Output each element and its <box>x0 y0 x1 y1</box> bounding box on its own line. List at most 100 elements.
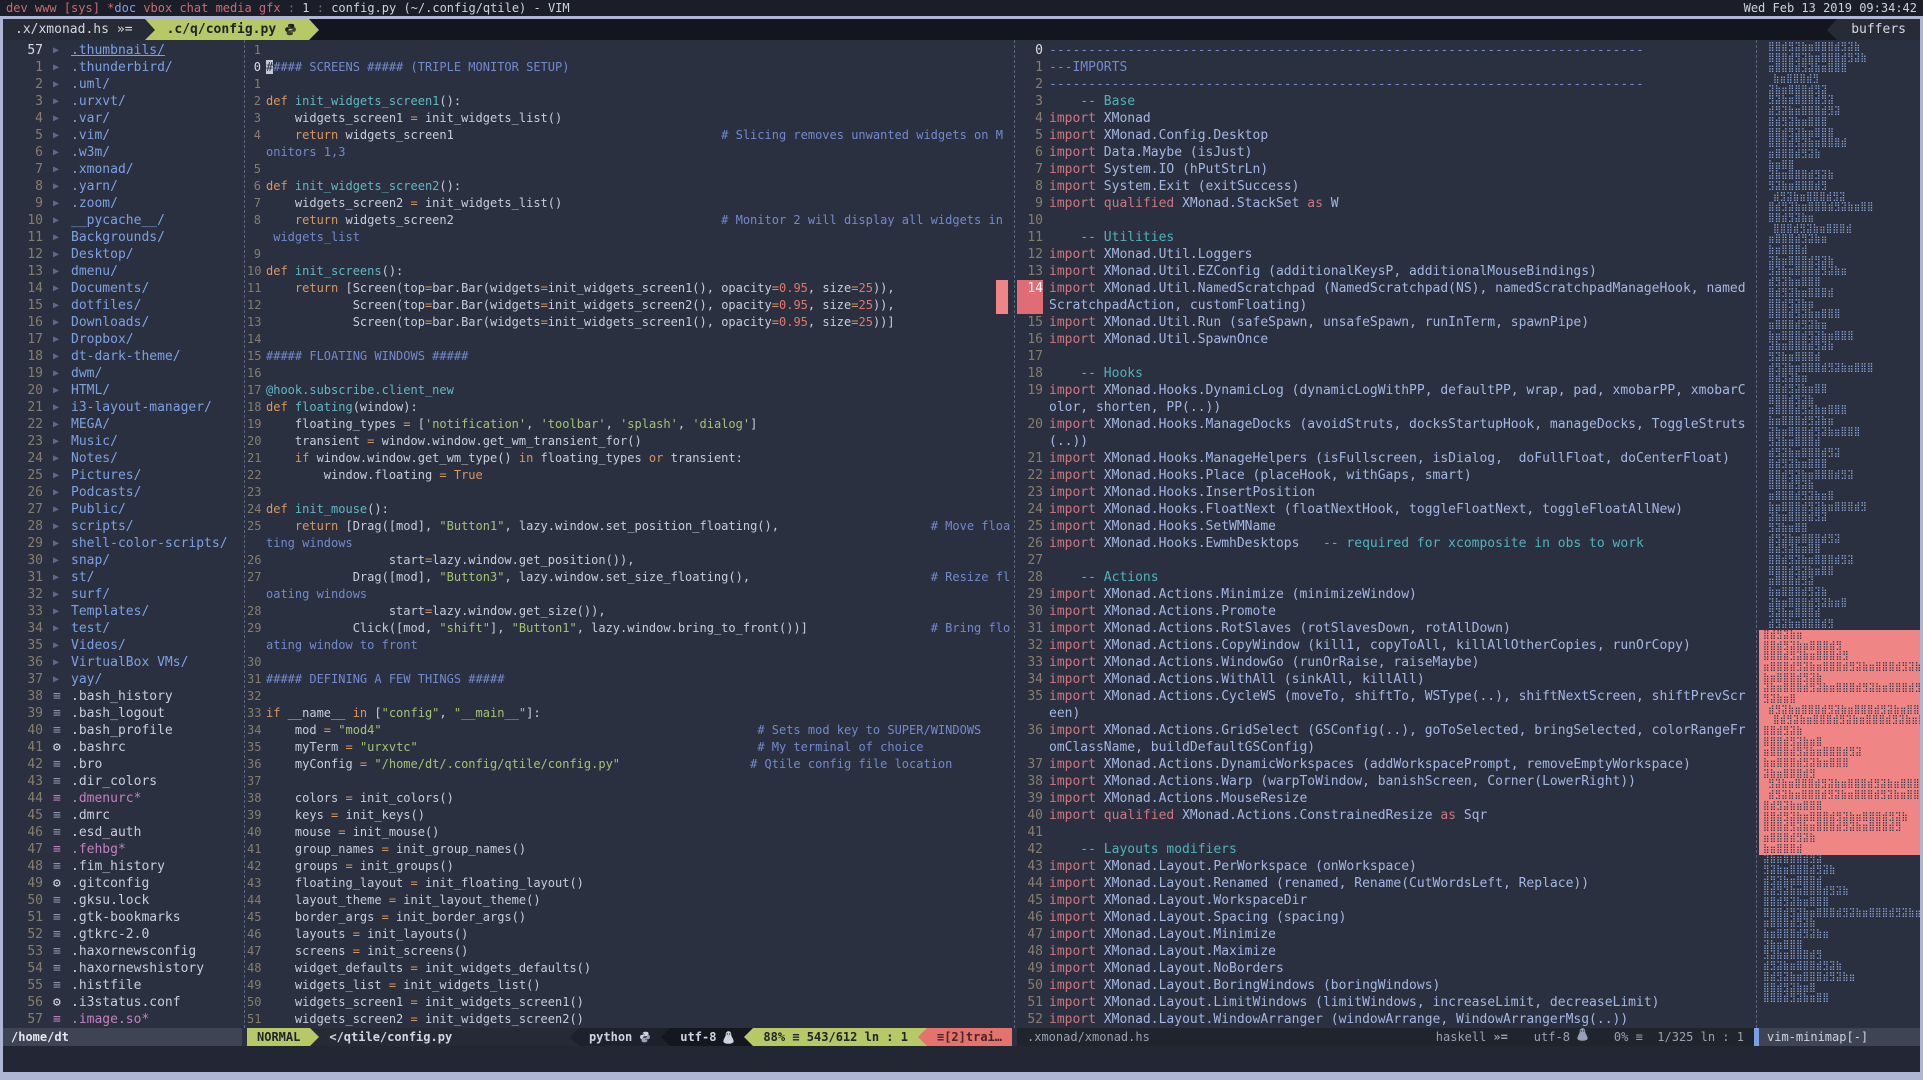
code-line[interactable]: 21 if window.window.get_wm_type() in flo… <box>247 450 1012 467</box>
code-line[interactable]: 4import XMonad <box>1017 110 1754 127</box>
minimap-line[interactable]: ⣽⣷⣶⣿⣿⣿ <box>1763 940 1920 951</box>
minimap-line[interactable]: ⣻⣽⣷⣶⣿⣿⣿⣾⣻⣽ <box>1763 95 1920 106</box>
tree-row[interactable]: 26▶Podcasts/ <box>3 484 242 501</box>
code-line[interactable]: 49import XMonad.Layout.NoBorders <box>1017 960 1754 977</box>
code-line[interactable]: 20import XMonad.Hooks.ManageDocks (avoid… <box>1017 416 1754 433</box>
minimap-line[interactable]: ⣶⣿⣿⣿⣾⣻⣽⣷⣶⣿⣿⣿ <box>1763 63 1920 74</box>
tree-row[interactable]: 2▶.uml/ <box>3 76 242 93</box>
workspace-segment[interactable]: dev <box>6 1 35 15</box>
tree-row[interactable]: 5▶.vim/ <box>3 127 242 144</box>
tree-row[interactable]: 39≡.bash_logout <box>3 705 242 722</box>
code-line[interactable]: 44import XMonad.Layout.Renamed (renamed,… <box>1017 875 1754 892</box>
tree-row[interactable]: 14▶Documents/ <box>3 280 242 297</box>
minimap-line[interactable]: ⣻⣽⣷⣶⣿⣿⣿⣾ <box>1763 352 1920 363</box>
tree-row[interactable]: 19▶dwm/ <box>3 365 242 382</box>
minimap-line[interactable]: ⣿⣾⣻⣽⣷⣶⣿⣿⣿⣾⣻⣽⣷ <box>1763 886 1920 897</box>
minimap-line[interactable]: ⣿⣾⣻⣽⣷⣶⣿⣿⣿⣾⣻⣽⣷⣶ <box>1763 972 1920 983</box>
minimap-line[interactable]: ⣾⣻⣽⣷⣶⣿⣿⣿⣾⣻⣽ <box>1763 106 1920 117</box>
tree-row[interactable]: 57≡.image.so* <box>3 1011 242 1028</box>
code-line[interactable]: 29import XMonad.Actions.Minimize (minimi… <box>1017 586 1754 603</box>
minimap-line[interactable]: ⣷⣶⣿⣿⣿⣾⣻⣽⣷⣶⣿⣿⣿ <box>1763 331 1920 342</box>
tree-row[interactable]: 45≡.dmrc <box>3 807 242 824</box>
tree-row[interactable]: 12▶Desktop/ <box>3 246 242 263</box>
code-line[interactable]: 10 <box>1017 212 1754 229</box>
minimap-line[interactable]: ⣽⣷⣶⣿⣿⣿⣾⣻⣽⣷ <box>1763 170 1920 181</box>
code-line[interactable]: 51import XMonad.Layout.LimitWindows (lim… <box>1017 994 1754 1011</box>
minimap-line[interactable]: ⣻⣽⣷⣶⣿⣿⣿⣾⣻ <box>1763 181 1920 192</box>
tree-row[interactable]: 44≡.dmenurc* <box>3 790 242 807</box>
code-line[interactable]: 0---------------------------------------… <box>1017 42 1754 59</box>
minimap-line[interactable]: ⣿⣿⣾⣻⣽⣷⣶ <box>1763 299 1920 310</box>
code-line[interactable]: 33import XMonad.Actions.WindowGo (runOrR… <box>1017 654 1754 671</box>
code-line[interactable]: 27 Drag([mod], "Button3", lazy.window.se… <box>247 569 1012 586</box>
code-line[interactable]: 42 groups = init_groups() <box>247 858 1012 875</box>
code-line[interactable]: 11 return [Screen(top=bar.Bar(widgets=in… <box>247 280 1012 297</box>
minimap-line[interactable]: ⣻⣽⣷⣶⣿⣿⣿⣾⣻ <box>1763 950 1920 961</box>
code-line[interactable]: 36 myConfig = "/home/dt/.config/qtile/co… <box>247 756 1012 773</box>
tree-row[interactable]: 15▶dotfiles/ <box>3 297 242 314</box>
code-line[interactable]: 38 colors = init_colors() <box>247 790 1012 807</box>
code-line[interactable]: olor, shorten, PP(..)) <box>1017 399 1754 416</box>
code-line[interactable]: 32 <box>247 688 1012 705</box>
minimap-line[interactable]: ⣿⣿⣿⣾⣻⣽⣷⣶⣿⣿⣿⣾⣻⣽⣷⣶⣿⣿⣿⣾⣻ <box>1763 822 1920 833</box>
minimap-line[interactable]: ⣶⣿⣿⣿⣾⣻⣽ <box>1763 576 1920 587</box>
minimap-line[interactable]: ⣶⣿⣿⣿⣾⣻⣽⣷⣶ <box>1763 320 1920 331</box>
code-line[interactable]: ting windows <box>247 535 1012 552</box>
tree-row[interactable]: 38≡.bash_history <box>3 688 242 705</box>
minimap-line[interactable]: ⣷⣶⣿⣿⣿⣾ <box>1763 844 1920 855</box>
code-line[interactable]: 19 floating_types = ['notification', 'to… <box>247 416 1012 433</box>
code-line[interactable]: 36import XMonad.Actions.GridSelect (GSCo… <box>1017 722 1754 739</box>
minimap-line[interactable]: ⣶⣿⣿⣿⣾⣻⣽⣷⣶ <box>1763 234 1920 245</box>
minimap-line[interactable]: ⣿⣾⣻⣽⣷⣶ <box>1763 373 1920 384</box>
workspace-segment[interactable]: www <box>35 1 64 15</box>
code-line[interactable]: ScratchpadAction, customFloating) <box>1017 297 1754 314</box>
code-line[interactable]: 26import XMonad.Hooks.EwmhDesktops -- re… <box>1017 535 1754 552</box>
code-line[interactable]: 20 transient = window.window.get_wm_tran… <box>247 433 1012 450</box>
code-line[interactable]: 23 <box>247 484 1012 501</box>
tree-row[interactable]: 28▶scripts/ <box>3 518 242 535</box>
minimap-line[interactable]: ⣿⣿⣿⣾⣻⣽⣷⣶⣿ <box>1763 737 1920 748</box>
workspace-segment[interactable]: config.py (~/.config/qtile) - VIM <box>331 1 569 15</box>
minimap-line[interactable]: ⣽⣷⣶⣿⣿⣿⣾⣻⣽ <box>1763 85 1920 96</box>
minimap-line[interactable]: ⣻⣽⣷⣶⣿⣿⣿⣾⣻⣽⣷ <box>1763 865 1920 876</box>
minimap-line[interactable]: ⣿⣾⣻⣽⣷⣶⣿⣿ <box>1763 544 1920 555</box>
code-line[interactable]: 37import XMonad.Actions.DynamicWorkspace… <box>1017 756 1754 773</box>
code-line[interactable]: 23import XMonad.Hooks.InsertPosition <box>1017 484 1754 501</box>
tree-row[interactable]: 4▶.var/ <box>3 110 242 127</box>
minimap-line[interactable]: ⣷⣶⣿⣿⣿⣾⣻⣽⣷ <box>1763 587 1920 598</box>
code-line[interactable]: 14 <box>247 331 1012 348</box>
code-line[interactable]: 50 widgets_screen1 = init_widgets_screen… <box>247 994 1012 1011</box>
tree-row[interactable]: 32▶surf/ <box>3 586 242 603</box>
tree-row[interactable]: 8▶.yarn/ <box>3 178 242 195</box>
minimap-line[interactable]: ⣿⣿⣾⣻⣽⣷⣶⣿⣿ <box>1763 384 1920 395</box>
code-line[interactable]: 9import qualified XMonad.StackSet as W <box>1017 195 1754 212</box>
minimap-line[interactable]: ⣷⣶⣿⣿⣿⣾⣻ <box>1763 74 1920 85</box>
tree-row[interactable]: 36▶VirtualBox VMs/ <box>3 654 242 671</box>
editor-xmonad-hs[interactable]: 0---------------------------------------… <box>1017 40 1754 1028</box>
code-line[interactable]: oating windows <box>247 586 1012 603</box>
code-line[interactable]: 22import XMonad.Hooks.Place (placeHook, … <box>1017 467 1754 484</box>
minimap-line[interactable]: ⣶⣿⣿⣿⣾⣻⣽⣷ <box>1763 918 1920 929</box>
minimap-line[interactable]: ⣿⣿⣾⣻⣽⣷⣶⣿⣿⣿⣾⣻ <box>1763 641 1920 652</box>
code-line[interactable]: 4 return widgets_screen1 # Slicing remov… <box>247 127 1012 144</box>
code-line[interactable]: 52import XMonad.Layout.WindowArranger (w… <box>1017 1011 1754 1028</box>
code-line[interactable]: 2def init_widgets_screen1(): <box>247 93 1012 110</box>
tree-row[interactable]: 46≡.esd_auth <box>3 824 242 841</box>
code-line[interactable]: 13 Screen(top=bar.Bar(widgets=init_widge… <box>247 314 1012 331</box>
tree-row[interactable]: 55≡.histfile <box>3 977 242 994</box>
tree-row[interactable]: 21▶i3-layout-manager/ <box>3 399 242 416</box>
code-line[interactable]: 27 <box>1017 552 1754 569</box>
tree-row[interactable]: 47≡.fehbg* <box>3 841 242 858</box>
code-line[interactable]: 5 <box>247 161 1012 178</box>
code-line[interactable]: 3 -- Base <box>1017 93 1754 110</box>
workspace-segment[interactable]: [sys] <box>64 1 107 15</box>
code-line[interactable]: (..)) <box>1017 433 1754 450</box>
code-line[interactable]: 2---------------------------------------… <box>1017 76 1754 93</box>
file-tree-pane[interactable]: 57▶.thumbnails/1▶.thunderbird/2▶.uml/3▶.… <box>3 40 242 1028</box>
code-line[interactable]: 6def init_widgets_screen2(): <box>247 178 1012 195</box>
tab--c-q-config-py[interactable]: .c/q/config.py <box>155 19 310 40</box>
code-line[interactable]: 33if __name__ in ["config", "__main__"]: <box>247 705 1012 722</box>
tree-row[interactable]: 34▶test/ <box>3 620 242 637</box>
minimap-line[interactable]: ⣾⣻⣽⣷⣶⣿⣿⣿⣾⣻⣽⣷⣶⣿⣿⣿⣾⣻⣽⣷⣶⣿⣿⣿⣾⣻⣽⣷ <box>1763 790 1920 801</box>
minimap-line[interactable]: ⣽⣷⣶⣿⣿⣿⣾⣻⣽⣷⣶⣿⣿⣿⣾⣻⣽⣷⣶⣿⣿⣿⣾⣻⣽⣷⣶ <box>1763 683 1920 694</box>
